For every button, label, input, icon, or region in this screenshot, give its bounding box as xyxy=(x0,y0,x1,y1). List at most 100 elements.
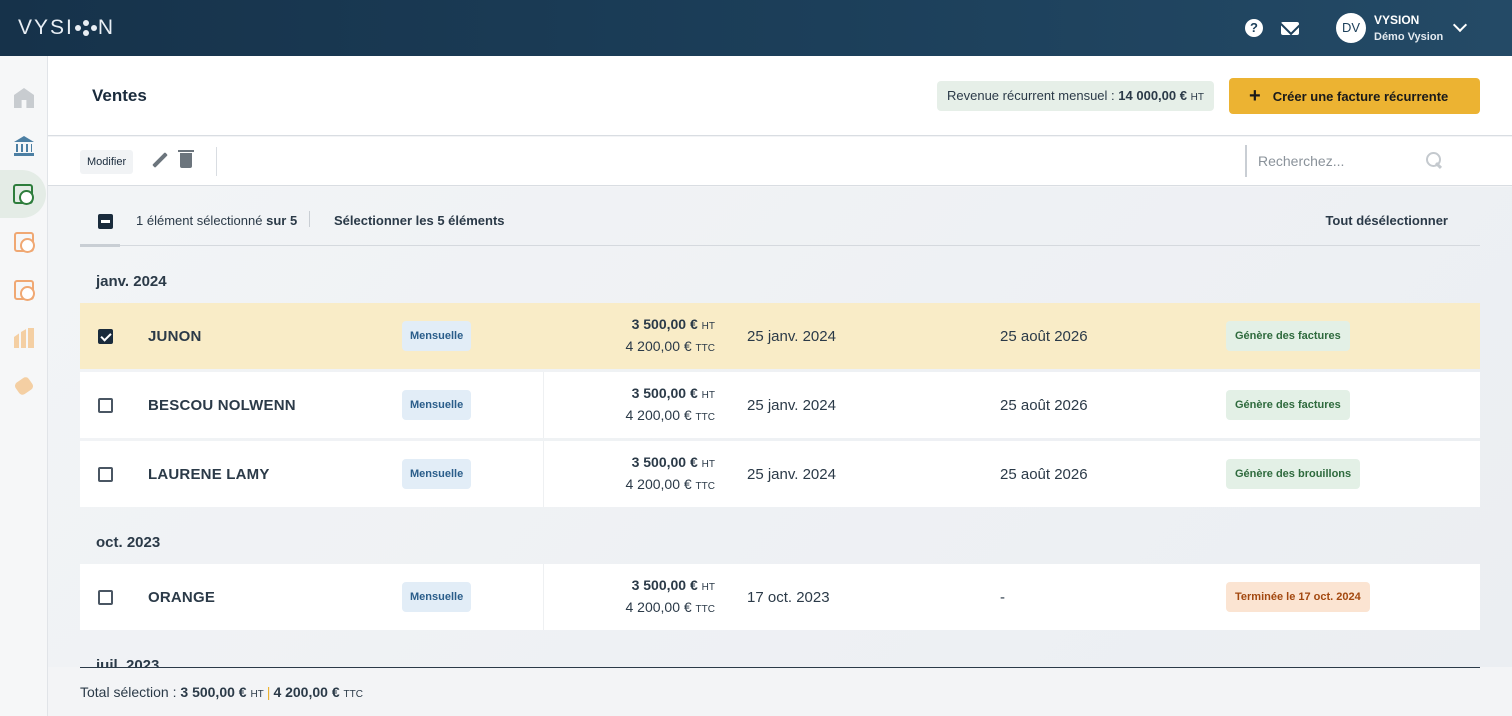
footer-ttc-unit: TTC xyxy=(343,689,363,700)
logo-flower-icon xyxy=(74,20,97,36)
amount-ht: 3 500,00 € HT xyxy=(632,454,715,470)
row-checkbox[interactable] xyxy=(98,590,113,605)
amount-ttc: 4 200,00 € TTC xyxy=(625,476,715,492)
ht-unit: HT xyxy=(701,321,715,332)
toolbar-divider xyxy=(216,147,217,176)
reports-chart-icon xyxy=(14,328,34,348)
select-all-checkbox[interactable] xyxy=(98,214,113,229)
selection-footer: Total sélection : 3 500,00 € HT | 4 200,00… xyxy=(48,667,1512,716)
purchase-invoice-icon xyxy=(14,232,35,253)
row-checkbox[interactable] xyxy=(98,467,113,482)
amount-ht: 3 500,00 € HT xyxy=(632,385,715,401)
mrr-unit: HT xyxy=(1190,92,1204,103)
home-icon xyxy=(14,88,34,108)
amount-ttc-value: 4 200,00 € xyxy=(625,407,692,423)
sidebar-item-sales[interactable] xyxy=(0,170,46,218)
amount-ht-value: 3 500,00 € xyxy=(631,454,698,470)
end-date: 25 août 2026 xyxy=(1000,397,1088,414)
trash-icon[interactable] xyxy=(178,150,194,168)
sidebar-item-tags[interactable] xyxy=(0,362,48,410)
search-input[interactable] xyxy=(1258,147,1428,175)
search-icon[interactable] xyxy=(1426,152,1442,168)
frequency-badge: Mensuelle xyxy=(402,390,472,420)
top-bar: VYSI N ? DV VYSION Démo Vysion xyxy=(0,0,1512,56)
footer-separator: | xyxy=(266,684,271,700)
ht-unit: HT xyxy=(701,459,715,470)
row-checkbox[interactable] xyxy=(98,329,113,344)
group-label: janv. 2024 xyxy=(96,273,167,290)
selection-total: Total sélection : 3 500,00 € HT | 4 200,00… xyxy=(80,684,363,700)
selection-count-text: 1 élément sélectionné xyxy=(136,213,263,228)
selection-divider xyxy=(309,211,310,227)
footer-total-ttc: 4 200,00 € xyxy=(273,684,340,700)
ht-unit: HT xyxy=(701,582,715,593)
table-row[interactable]: ORANGE Mensuelle 3 500,00 € HT 4 200,00 … xyxy=(80,564,1480,630)
sidebar xyxy=(0,56,48,716)
ttc-unit: TTC xyxy=(695,412,715,423)
help-icon[interactable]: ? xyxy=(1245,19,1263,37)
create-recurring-invoice-button[interactable]: + Créer une facture récurrente xyxy=(1229,78,1480,114)
amount-ttc-value: 4 200,00 € xyxy=(625,476,692,492)
frequency-badge: Mensuelle xyxy=(402,321,472,351)
user-name[interactable]: VYSION xyxy=(1374,13,1419,27)
page-header: Ventes Revenue récurrent mensuel : 14 00… xyxy=(48,56,1512,136)
footer-label: Total sélection : xyxy=(80,684,177,700)
selection-bar: 1 élément sélectionné sur 5 Sélectionner… xyxy=(80,187,1480,247)
start-date: 17 oct. 2023 xyxy=(747,589,830,606)
client-name: JUNON xyxy=(148,328,202,345)
mrr-badge: Revenue récurrent mensuel : 14 000,00 € … xyxy=(937,81,1214,111)
end-date: 25 août 2026 xyxy=(1000,328,1088,345)
amount-ht-value: 3 500,00 € xyxy=(631,316,698,332)
chevron-down-icon[interactable] xyxy=(1452,17,1468,33)
page-title: Ventes xyxy=(92,86,147,105)
expense-invoice-icon xyxy=(14,280,35,301)
frequency-badge: Mensuelle xyxy=(402,582,472,612)
amount-ht: 3 500,00 € HT xyxy=(632,316,715,332)
modify-button[interactable]: Modifier xyxy=(80,150,134,174)
sidebar-item-purchases[interactable] xyxy=(0,218,48,266)
user-company[interactable]: Démo Vysion xyxy=(1374,31,1443,43)
deselect-all-link[interactable]: Tout désélectionner xyxy=(1325,213,1448,228)
vysion-logo[interactable]: VYSI N xyxy=(18,16,115,40)
frequency-badge: Mensuelle xyxy=(402,459,472,489)
table-row[interactable]: BESCOU NOLWENN Mensuelle 3 500,00 € HT 4… xyxy=(80,372,1480,438)
end-date: 25 août 2026 xyxy=(1000,466,1088,483)
selection-count: 1 élément sélectionné sur 5 xyxy=(136,213,297,228)
amount-ht-value: 3 500,00 € xyxy=(631,577,698,593)
mrr-label: Revenue récurrent mensuel : xyxy=(947,88,1115,103)
start-date: 25 janv. 2024 xyxy=(747,466,836,483)
table-row[interactable]: JUNON Mensuelle 3 500,00 € HT 4 200,00 €… xyxy=(80,303,1480,369)
sidebar-item-expenses[interactable] xyxy=(0,266,48,314)
row-checkbox[interactable] xyxy=(98,398,113,413)
plus-icon: + xyxy=(1249,85,1261,107)
table-row[interactable]: LAURENE LAMY Mensuelle 3 500,00 € HT 4 2… xyxy=(80,441,1480,507)
amount-ttc: 4 200,00 € TTC xyxy=(625,599,715,615)
group-label: oct. 2023 xyxy=(96,534,161,551)
client-name: LAURENE LAMY xyxy=(148,466,270,483)
start-date: 25 janv. 2024 xyxy=(747,328,836,345)
status-badge: Génère des factures xyxy=(1226,390,1350,420)
toolbar: Modifier xyxy=(48,137,1512,186)
create-button-label: Créer une facture récurrente xyxy=(1272,88,1449,104)
recurring-invoices-list: 1 élément sélectionné sur 5 Sélectionner… xyxy=(48,187,1512,667)
bank-icon xyxy=(14,136,34,156)
column-divider xyxy=(543,372,544,438)
amount-ttc: 4 200,00 € TTC xyxy=(625,407,715,423)
client-name: ORANGE xyxy=(148,589,216,606)
avatar[interactable]: DV xyxy=(1336,13,1366,43)
client-name: BESCOU NOLWENN xyxy=(148,397,296,414)
mail-icon[interactable] xyxy=(1281,22,1299,35)
pencil-icon[interactable] xyxy=(152,151,166,169)
sidebar-item-bank[interactable] xyxy=(0,122,48,170)
sidebar-item-reports[interactable] xyxy=(0,314,48,362)
select-all-link[interactable]: Sélectionner les 5 éléments xyxy=(334,213,505,228)
footer-ht-unit: HT xyxy=(250,689,264,700)
group-label: juil. 2023 xyxy=(96,657,160,667)
sidebar-item-home[interactable] xyxy=(0,74,48,122)
footer-total-ht: 3 500,00 € xyxy=(180,684,247,700)
amount-ttc-value: 4 200,00 € xyxy=(625,338,692,354)
mrr-value: 14 000,00 € xyxy=(1118,88,1187,103)
search-divider xyxy=(1245,145,1247,177)
footer-divider xyxy=(80,667,1480,668)
amount-ht-value: 3 500,00 € xyxy=(631,385,698,401)
